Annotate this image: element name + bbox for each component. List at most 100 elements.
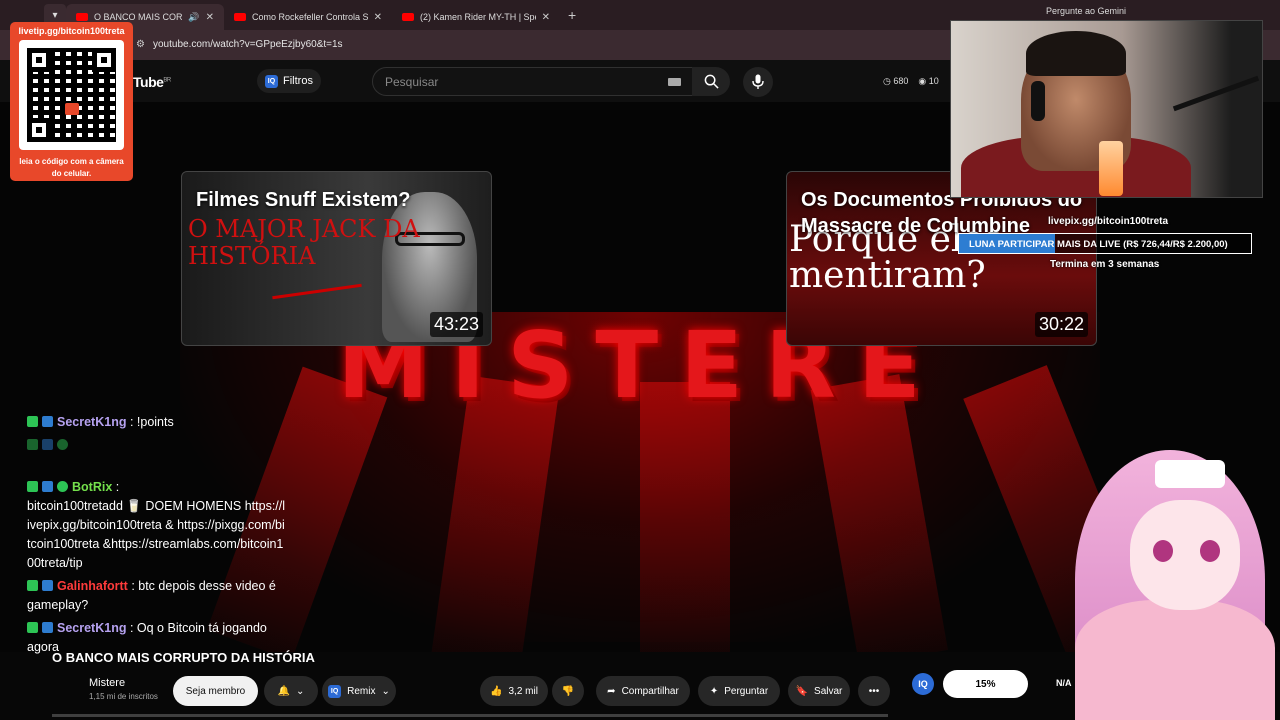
clock-stat: ◷ 680 xyxy=(883,76,909,86)
iq-icon: IQ xyxy=(328,684,342,698)
webcam-feed xyxy=(950,20,1263,198)
arrow-graphic xyxy=(272,283,362,300)
youtube-favicon-icon xyxy=(76,13,88,21)
sparkle-icon: ✦ xyxy=(709,685,719,697)
goal-url: livepix.gg/bitcoin100treta xyxy=(1048,216,1169,227)
percent-badge: 15% xyxy=(943,670,1028,698)
kick-badge-icon xyxy=(27,622,38,633)
clock-value: 680 xyxy=(893,76,909,86)
end-card-duration: 43:23 xyxy=(429,312,483,337)
tab-title: Como Rockefeller Controla Sua xyxy=(252,12,368,22)
search-box xyxy=(372,67,694,96)
like-button[interactable]: 👍 3,2 mil xyxy=(480,676,548,706)
sub-badge-icon xyxy=(42,481,53,492)
like-count: 3,2 mil xyxy=(508,685,538,697)
chat-username: BotRix xyxy=(72,480,113,494)
avatar-eye xyxy=(1153,540,1173,562)
channel-name[interactable]: Mistere xyxy=(89,677,125,689)
end-card-1[interactable]: O MAJOR JACK DA HISTÓRIA Filmes Snuff Ex… xyxy=(181,171,492,346)
avatar-face xyxy=(1130,500,1240,610)
save-label: Salvar xyxy=(814,685,843,697)
goal-ends: Termina em 3 semanas xyxy=(1050,259,1160,270)
qr-finder xyxy=(27,118,51,142)
qr-url: livetip.gg/bitcoin100treta xyxy=(18,26,125,36)
save-button[interactable]: 🔖 Salvar xyxy=(788,676,850,706)
goal-text: LUNA PARTICIPAR MAIS DA LIVE (R$ 726,44/… xyxy=(969,239,1228,250)
remix-button[interactable]: IQ Remix ⌄ xyxy=(322,676,396,706)
new-tab-button[interactable]: + xyxy=(568,7,576,23)
bell-icon: 🔔 xyxy=(277,685,291,697)
qr-caption: leia o código com a câmera do celular. xyxy=(19,157,124,178)
chat-username: SecretK1ng xyxy=(57,415,127,429)
chat-emote-line xyxy=(27,436,287,474)
tab-rockefeller[interactable]: Como Rockefeller Controla Sua ✕ xyxy=(224,4,392,30)
qr-logo-icon xyxy=(65,103,79,115)
join-label: Seja membro xyxy=(185,685,246,697)
keyboard-icon[interactable] xyxy=(668,78,681,86)
channel-action-row: Mistere 1,15 mi de inscritos Seja membro… xyxy=(0,672,1280,710)
thumbs-down-icon: 👎 xyxy=(561,685,575,697)
search-input[interactable] xyxy=(385,75,645,89)
voice-search-button[interactable] xyxy=(743,67,773,97)
filters-button[interactable]: IQ Filtros xyxy=(257,69,321,93)
chat-message: SecretK1ng : !points xyxy=(27,413,287,432)
ask-label: Perguntar xyxy=(724,685,769,697)
kick-badge-icon xyxy=(27,580,38,591)
join-button[interactable]: Seja membro xyxy=(173,676,258,706)
tab-title: O BANCO MAIS CORRUPTO DA HISTÓRIA xyxy=(94,12,183,22)
chevron-down-icon: ⌄ xyxy=(381,685,390,697)
gemini-button[interactable]: Pergunte ao Gemini xyxy=(1046,6,1126,16)
site-info-icon[interactable]: ⚙ xyxy=(136,39,145,50)
close-tab-icon[interactable]: ✕ xyxy=(374,12,382,23)
close-tab-icon[interactable]: ✕ xyxy=(206,12,214,23)
filters-label: Filtros xyxy=(283,75,313,87)
sub-badge-icon xyxy=(42,580,53,591)
cup xyxy=(1099,141,1123,196)
thumbs-up-icon: 👍 xyxy=(490,685,503,697)
share-icon: ➦ xyxy=(607,685,616,697)
chat-username: Galinhafortt xyxy=(57,579,128,593)
kick-badge-icon xyxy=(27,439,38,450)
more-icon: ••• xyxy=(868,685,880,697)
search-button[interactable] xyxy=(692,67,730,96)
remix-label: Remix xyxy=(347,685,376,697)
url-text: youtube.com/watch?v=GPpeEzjby60&t=1s xyxy=(153,39,343,50)
chevron-down-icon: ⌄ xyxy=(296,685,305,697)
chat-username: SecretK1ng xyxy=(57,621,127,635)
qr-finder xyxy=(27,48,51,72)
qr-finder xyxy=(92,48,116,72)
chat-message: Galinhafortt : btc depois desse video é … xyxy=(27,577,287,615)
dislike-button[interactable]: 👎 xyxy=(552,676,584,706)
kick-badge-icon xyxy=(27,481,38,492)
chat-overlay: SecretK1ng : !points BotRix : bitcoin100… xyxy=(27,413,287,661)
logo-text: Tube xyxy=(133,74,164,90)
notifications-button[interactable]: 🔔 ⌄ xyxy=(264,676,318,706)
extension-stats: ◷ 680 ◉ 10 xyxy=(883,76,939,87)
goal-progress-bar: LUNA PARTICIPAR MAIS DA LIVE (R$ 726,44/… xyxy=(958,233,1252,254)
microphone-icon xyxy=(752,74,764,89)
iq-button[interactable]: IQ xyxy=(912,673,934,695)
close-tab-icon[interactable]: ✕ xyxy=(542,12,550,23)
search-icon xyxy=(704,74,719,89)
tab-kamen-rider[interactable]: (2) Kamen Rider MY-TH | Special ✕ xyxy=(392,4,560,30)
sub-badge-icon xyxy=(42,439,53,450)
qr-donation-widget: livetip.gg/bitcoin100treta leia o código… xyxy=(10,22,133,181)
qr-code xyxy=(19,40,124,150)
sub-badge-icon xyxy=(42,416,53,427)
youtube-favicon-icon xyxy=(402,13,414,21)
video-title: O BANCO MAIS CORRUPTO DA HISTÓRIA xyxy=(52,650,315,665)
avatar-eye xyxy=(1200,540,1220,562)
avatar-nurse-cap xyxy=(1155,460,1225,488)
sub-badge-icon xyxy=(42,622,53,633)
streamer-hair xyxy=(1026,31,1126,76)
youtube-favicon-icon xyxy=(234,13,246,21)
share-button[interactable]: ➦ Compartilhar xyxy=(596,676,690,706)
chat-text: : !points xyxy=(126,415,174,429)
ask-button[interactable]: ✦ Perguntar xyxy=(698,676,780,706)
tab-title: (2) Kamen Rider MY-TH | Special xyxy=(420,12,536,22)
more-actions-button[interactable]: ••• xyxy=(858,676,890,706)
headset xyxy=(1031,81,1045,121)
speaker-icon[interactable]: 🔊 xyxy=(188,12,199,23)
youtube-logo[interactable]: TubeBR xyxy=(133,74,171,90)
light-beam xyxy=(640,382,730,652)
